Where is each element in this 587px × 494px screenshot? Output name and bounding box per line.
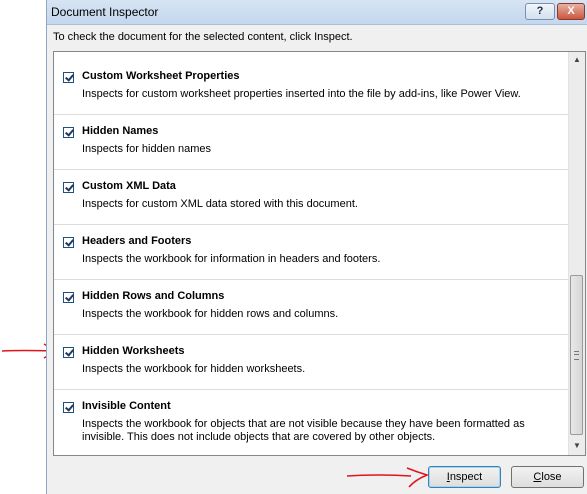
close-button[interactable]: Close: [511, 466, 584, 488]
scroll-up-arrow-icon[interactable]: ▲: [569, 52, 585, 68]
list-item: Invisible Content Inspects the workbook …: [54, 390, 568, 452]
list-item: Custom XML Data Inspects for custom XML …: [54, 170, 568, 225]
checkbox-custom-xml-data[interactable]: [63, 182, 74, 193]
help-button[interactable]: ?: [525, 3, 555, 20]
checkbox-hidden-rows-and-columns[interactable]: [63, 292, 74, 303]
item-description: Inspects for custom worksheet properties…: [82, 88, 521, 100]
item-description: Inspects the workbook for hidden workshe…: [82, 363, 306, 375]
checkbox-invisible-content[interactable]: [63, 402, 74, 413]
inspect-button[interactable]: Inspect: [428, 466, 501, 488]
title-bar: Document Inspector ? X: [47, 0, 587, 25]
item-title: Hidden Worksheets: [82, 345, 185, 357]
item-title: Headers and Footers: [82, 235, 192, 247]
item-title: Hidden Rows and Columns: [82, 290, 225, 302]
checkbox-hidden-names[interactable]: [63, 127, 74, 138]
annotation-arrow-bottom: [346, 467, 430, 488]
checkbox-hidden-worksheets[interactable]: [63, 347, 74, 358]
item-title: Custom Worksheet Properties: [82, 70, 240, 82]
instruction-text: To check the document for the selected c…: [53, 31, 353, 43]
item-description: Inspects the workbook for objects that a…: [82, 418, 525, 443]
close-window-button[interactable]: X: [557, 3, 585, 20]
item-title: Invisible Content: [82, 400, 171, 412]
scrollbar-thumb[interactable]: [570, 275, 583, 435]
item-description: Inspects the workbook for information in…: [82, 253, 381, 265]
list-item: Custom Worksheet Properties Inspects for…: [54, 60, 568, 115]
item-description: Inspects for hidden names: [82, 143, 212, 155]
scroll-down-arrow-icon[interactable]: ▼: [569, 438, 585, 454]
checkbox-headers-and-footers[interactable]: [63, 237, 74, 248]
grip-icon: [574, 351, 579, 360]
document-inspector-dialog: Document Inspector ? X To check the docu…: [46, 0, 587, 494]
vertical-scrollbar[interactable]: ▲ ▼: [568, 52, 585, 455]
item-description: Inspects the workbook for hidden rows an…: [82, 308, 339, 320]
item-title: Custom XML Data: [82, 180, 176, 192]
list-item: Hidden Rows and Columns Inspects the wor…: [54, 280, 568, 335]
list-item: Hidden Names Inspects for hidden names: [54, 115, 568, 170]
item-title: Hidden Names: [82, 125, 159, 137]
list-item: Hidden Worksheets Inspects the workbook …: [54, 335, 568, 390]
dialog-title: Document Inspector: [51, 5, 159, 19]
checkbox-custom-worksheet-properties[interactable]: [63, 72, 74, 83]
inspection-list: Custom Worksheet Properties Inspects for…: [53, 51, 586, 456]
item-description: Inspects for custom XML data stored with…: [82, 198, 358, 210]
list-item: Headers and Footers Inspects the workboo…: [54, 225, 568, 280]
